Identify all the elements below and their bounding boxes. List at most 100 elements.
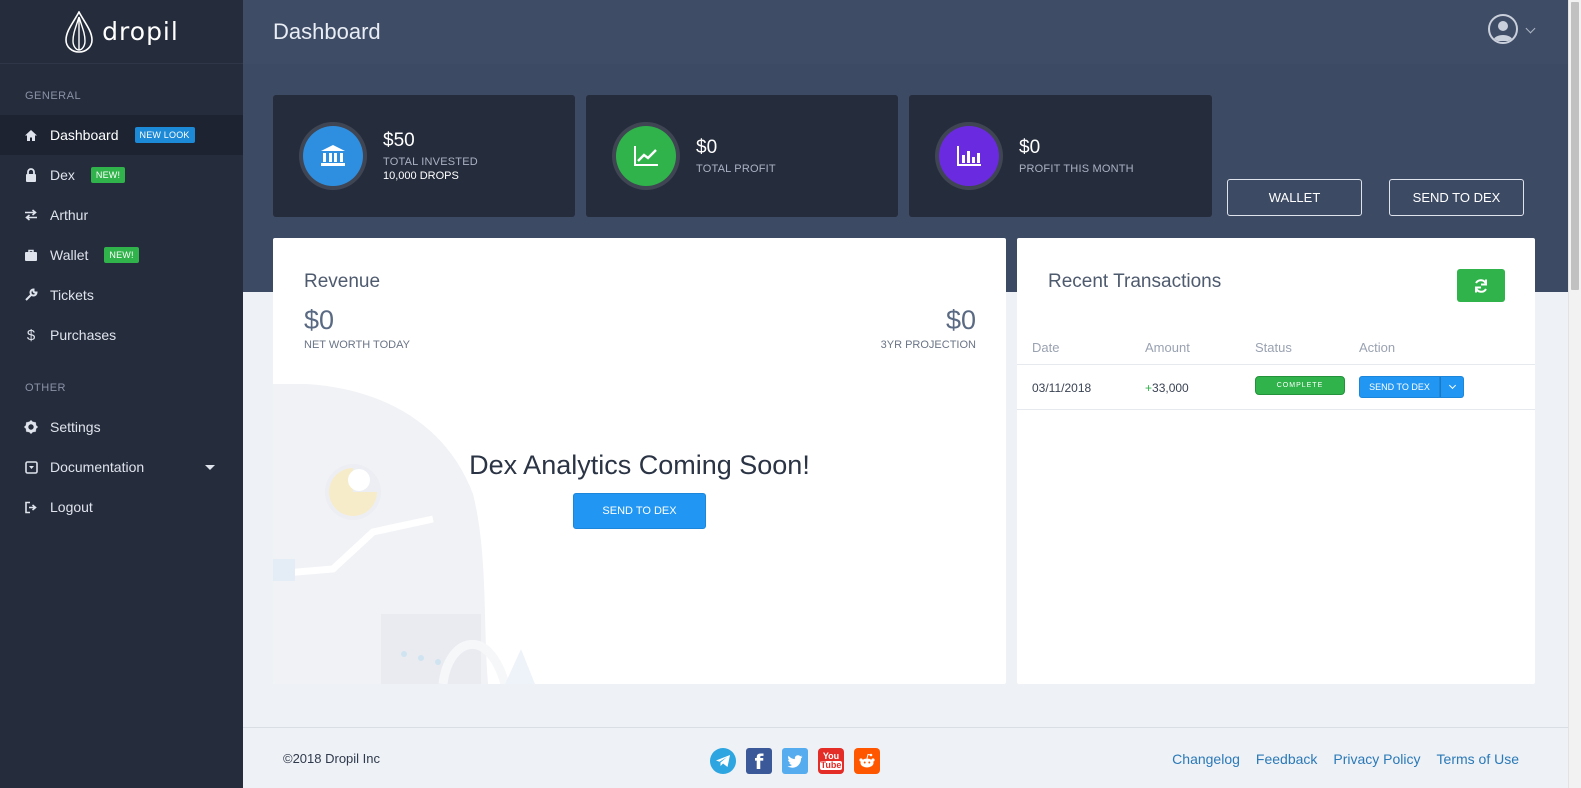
home-icon xyxy=(24,128,38,142)
sidebar-item-logout[interactable]: Logout xyxy=(0,487,243,527)
briefcase-icon xyxy=(24,248,38,262)
column-header-action: Action xyxy=(1359,340,1396,355)
changelog-link[interactable]: Changelog xyxy=(1172,751,1240,767)
facebook-icon[interactable]: f xyxy=(746,748,772,774)
user-icon xyxy=(1493,21,1513,41)
sidebar-item-purchases[interactable]: $ Purchases xyxy=(0,315,243,355)
sidebar-item-tickets[interactable]: Tickets xyxy=(0,275,243,315)
bank-icon xyxy=(321,145,345,166)
transaction-amount: +33,000 xyxy=(1145,381,1189,395)
telegram-icon[interactable] xyxy=(710,748,736,774)
projection-value: $0 xyxy=(945,305,976,335)
send-to-dex-row-button[interactable]: SEND TO DEX xyxy=(1359,376,1440,398)
sidebar-item-documentation[interactable]: Documentation xyxy=(0,447,243,487)
twitter-icon[interactable] xyxy=(782,748,808,774)
sidebar-item-label: Documentation xyxy=(50,459,145,475)
sidebar-item-label: Tickets xyxy=(50,287,94,303)
sidebar-item-label: Arthur xyxy=(50,207,89,223)
brand-name: dropil xyxy=(102,17,179,46)
bar-chart-icon xyxy=(957,146,981,166)
user-avatar[interactable] xyxy=(1488,14,1518,44)
amount-value: 33,000 xyxy=(1152,381,1189,395)
sidebar-item-label: Dex xyxy=(50,167,75,183)
net-worth-value: $0 xyxy=(304,305,335,335)
sidebar-item-settings[interactable]: Settings xyxy=(0,407,243,447)
sidebar-item-label: Logout xyxy=(50,499,93,515)
analytics-illustration xyxy=(273,384,535,684)
sidebar-item-dashboard[interactable]: Dashboard NEW LOOK xyxy=(0,115,243,155)
revenue-title: Revenue xyxy=(304,271,381,292)
transaction-date: 03/11/2018 xyxy=(1032,381,1092,395)
plus-icon: + xyxy=(1145,381,1153,395)
gear-icon xyxy=(24,420,38,434)
stat-icon-circle xyxy=(303,126,363,186)
action-dropdown-toggle[interactable] xyxy=(1440,376,1464,398)
footer: ©2018 Dropil Inc f You Tube Changelog Fee… xyxy=(243,727,1568,788)
sidebar-item-arthur[interactable]: Arthur xyxy=(0,195,243,235)
table-divider xyxy=(1017,409,1535,410)
sidebar-item-label: Wallet xyxy=(50,247,89,263)
projection-label: 3YR PROJECTION xyxy=(880,339,976,351)
refresh-icon xyxy=(1475,278,1487,293)
sidebar-item-label: Purchases xyxy=(50,327,117,343)
sidebar-item-wallet[interactable]: Wallet NEW! xyxy=(0,235,243,275)
scrollbar-thumb[interactable] xyxy=(1571,2,1579,290)
feedback-link[interactable]: Feedback xyxy=(1256,751,1317,767)
transactions-card: Recent Transactions Date Amount Status A… xyxy=(1017,238,1535,684)
youtube-icon[interactable]: You Tube xyxy=(818,748,844,774)
stat-card-total-invested: $50 TOTAL INVESTED 10,000 DROPS xyxy=(273,95,575,217)
new-look-badge: NEW LOOK xyxy=(134,127,195,143)
sidebar-item-dex[interactable]: Dex NEW! xyxy=(0,155,243,195)
column-header-status: Status xyxy=(1255,340,1292,355)
column-header-amount: Amount xyxy=(1145,340,1190,355)
footer-links: Changelog Feedback Privacy Policy Terms … xyxy=(1172,751,1519,767)
refresh-button[interactable] xyxy=(1457,269,1505,302)
send-to-dex-button[interactable]: SEND TO DEX xyxy=(573,493,706,529)
sign-out-icon xyxy=(24,500,38,514)
net-worth-label: NET WORTH TODAY xyxy=(304,339,410,351)
lock-icon xyxy=(24,168,38,182)
page-title: Dashboard xyxy=(273,19,381,44)
stat-icon-circle xyxy=(616,126,676,186)
top-bar: Dashboard xyxy=(243,0,1568,64)
stat-label: TOTAL PROFIT xyxy=(696,163,776,175)
caret-square-icon xyxy=(24,460,38,474)
stat-value: $0 xyxy=(696,137,718,158)
stat-label: PROFIT THIS MONTH xyxy=(1019,163,1134,175)
new-badge: NEW! xyxy=(104,247,139,263)
exchange-icon xyxy=(24,208,38,222)
stat-sub: 10,000 DROPS xyxy=(383,170,459,182)
copyright: ©2018 Dropil Inc xyxy=(283,751,381,766)
wallet-button[interactable]: WALLET xyxy=(1227,179,1362,216)
logo[interactable]: dropil xyxy=(0,0,243,64)
action-split-button: SEND TO DEX xyxy=(1359,376,1464,398)
privacy-policy-link[interactable]: Privacy Policy xyxy=(1333,751,1420,767)
sidebar-item-label: Settings xyxy=(50,419,101,435)
terms-of-use-link[interactable]: Terms of Use xyxy=(1437,751,1519,767)
vertical-scrollbar[interactable] xyxy=(1568,0,1581,788)
nav-section-other: OTHER xyxy=(25,382,66,394)
reddit-icon[interactable] xyxy=(854,748,880,774)
chevron-down-icon[interactable] xyxy=(1525,23,1536,34)
nav-section-general: GENERAL xyxy=(25,90,82,102)
social-links: f You Tube xyxy=(710,748,880,774)
droplet-logo-icon xyxy=(65,10,93,53)
chevron-down-icon xyxy=(205,464,215,470)
transactions-title: Recent Transactions xyxy=(1048,271,1222,292)
stat-value: $50 xyxy=(383,130,415,151)
sidebar-item-label: Dashboard xyxy=(50,127,119,143)
coming-soon-heading: Dex Analytics Coming Soon! xyxy=(469,450,810,480)
column-header-date: Date xyxy=(1032,340,1060,355)
revenue-card: Revenue $0 NET WORTH TODAY $0 3YR PROJEC… xyxy=(273,238,1006,684)
line-chart-icon xyxy=(634,146,658,166)
stat-card-profit-month: $0 PROFIT THIS MONTH xyxy=(909,95,1212,217)
stat-value: $0 xyxy=(1019,137,1041,158)
status-badge: COMPLETE xyxy=(1255,376,1345,395)
stat-card-total-profit: $0 TOTAL PROFIT xyxy=(586,95,898,217)
table-divider xyxy=(1017,364,1535,365)
chevron-down-icon xyxy=(1448,381,1456,390)
sidebar: dropil GENERAL Dashboard NEW LOOK Dex NE… xyxy=(0,0,243,788)
stat-label: TOTAL INVESTED xyxy=(383,156,478,168)
dollar-icon: $ xyxy=(26,326,36,344)
send-to-dex-button[interactable]: SEND TO DEX xyxy=(1389,179,1524,216)
